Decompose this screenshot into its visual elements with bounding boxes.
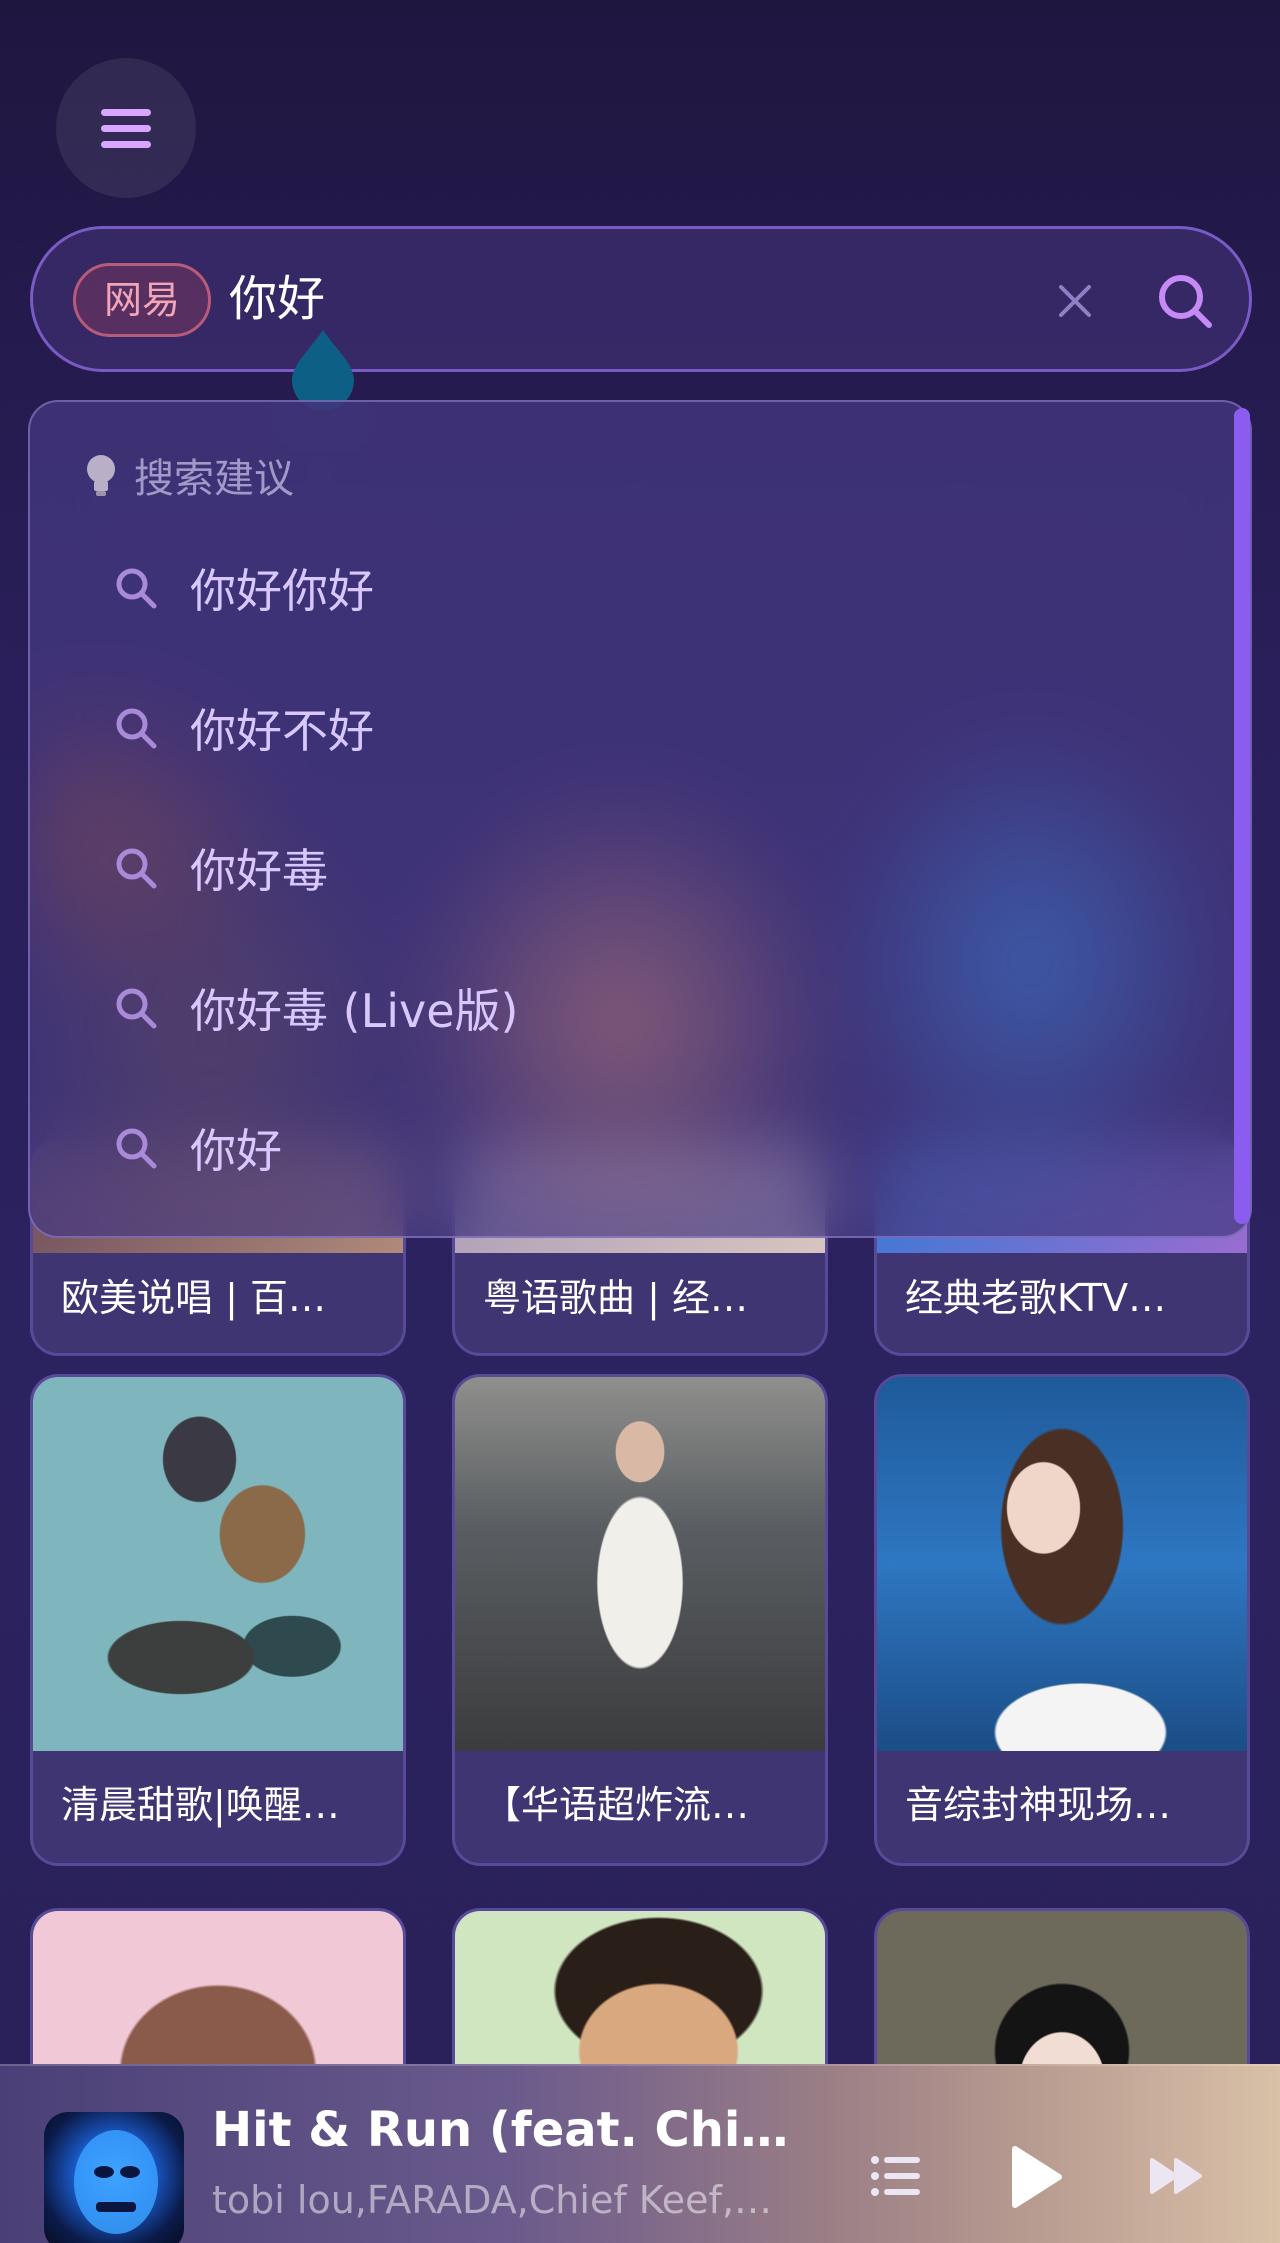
album-art[interactable]	[44, 2112, 184, 2243]
playlist-title: 经典老歌KTV…	[905, 1276, 1167, 1320]
search-input[interactable]: 你好	[229, 269, 325, 329]
playlist-title: 清晨甜歌|唤醒…	[61, 1783, 340, 1827]
playlist-title: 音综封神现场…	[905, 1783, 1172, 1827]
search-icon	[116, 988, 157, 1029]
play-button[interactable]	[1000, 2142, 1070, 2212]
suggestion-item[interactable]: 你好毒 (Live版)	[112, 958, 1162, 1058]
search-icon	[1159, 275, 1212, 328]
menu-button[interactable]	[56, 58, 196, 198]
playlist-button[interactable]	[866, 2146, 926, 2206]
search-icon	[116, 1128, 157, 1169]
playlist-icon	[871, 2156, 920, 2196]
clear-button[interactable]	[1043, 269, 1107, 333]
suggestion-label: 你好不好	[190, 704, 374, 758]
suggestion-label: 你好毒	[190, 844, 328, 898]
suggestions-header-label: 搜索建议	[134, 456, 294, 502]
play-icon	[1012, 2146, 1062, 2208]
suggestion-item[interactable]: 你好你好	[112, 538, 1162, 638]
song-artist: tobi lou,FARADA,Chief Keef,…	[212, 2178, 773, 2222]
fast-forward-icon	[1150, 2158, 1202, 2194]
album-art-image	[74, 2130, 158, 2234]
suggestions-header: 搜索建议	[84, 446, 294, 504]
search-bar[interactable]: 网易 你好	[30, 226, 1252, 372]
lightbulb-icon	[87, 455, 115, 496]
playlist-card[interactable]: 音综封神现场…	[874, 1374, 1250, 1866]
suggestion-label: 你好你好	[190, 564, 374, 618]
close-icon	[1059, 285, 1091, 317]
playlist-title: 粤语歌曲 | 经…	[483, 1276, 748, 1320]
suggestion-item[interactable]: 你好不好	[112, 678, 1162, 778]
suggestion-label: 你好毒 (Live版)	[190, 984, 519, 1038]
hamburger-menu-icon	[101, 100, 151, 157]
suggestion-item[interactable]: 你好毒	[112, 818, 1162, 918]
suggestion-label: 你好	[190, 1124, 282, 1178]
song-title: Hit & Run (feat. Chief K…	[212, 2102, 812, 2158]
search-button[interactable]	[1149, 265, 1221, 337]
mini-player[interactable]: Hit & Run (feat. Chief K… tobi lou,FARAD…	[0, 2064, 1280, 2243]
suggestion-item[interactable]: 你好	[112, 1098, 1162, 1198]
next-button[interactable]	[1144, 2146, 1208, 2206]
search-icon	[116, 848, 157, 889]
search-icon	[116, 708, 157, 749]
playlist-title: 【华语超炸流…	[483, 1783, 750, 1827]
search-icon	[116, 568, 157, 609]
playlist-cover	[455, 1377, 825, 1751]
playlist-card[interactable]: 清晨甜歌|唤醒…	[30, 1374, 406, 1866]
playlist-cover	[877, 1377, 1247, 1751]
playlist-card[interactable]: 【华语超炸流…	[452, 1374, 828, 1866]
playlist-title: 欧美说唱 | 百…	[61, 1276, 326, 1320]
playlist-cover	[33, 1377, 403, 1751]
source-tag[interactable]: 网易	[73, 263, 212, 337]
